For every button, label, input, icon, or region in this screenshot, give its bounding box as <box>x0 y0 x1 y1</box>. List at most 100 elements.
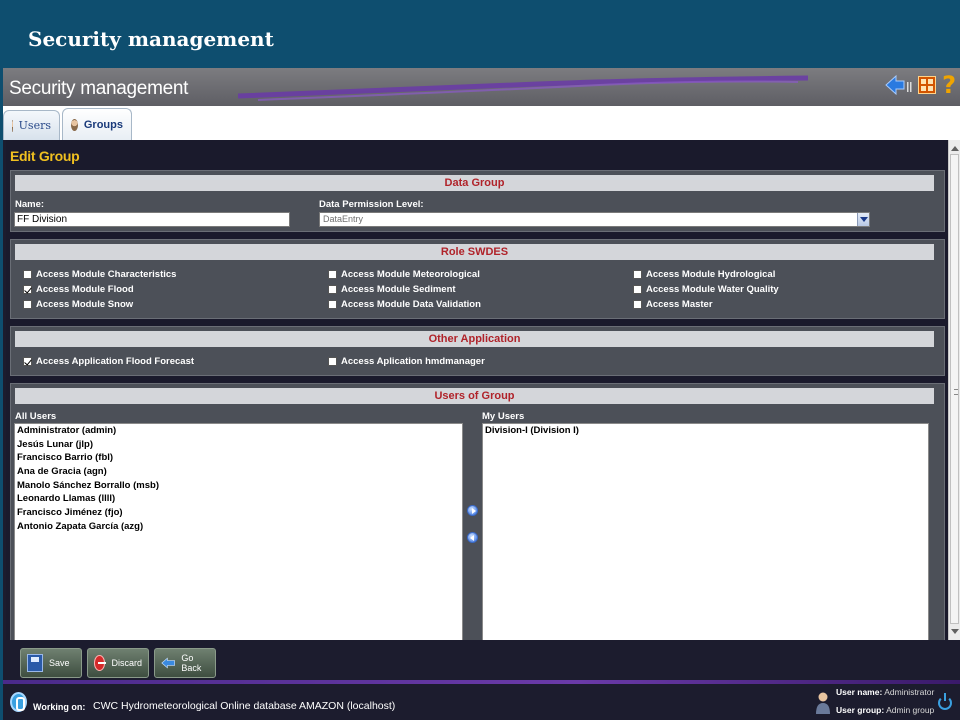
action-button-bar: Save Discard Go Back <box>3 640 960 680</box>
other-application-section: Other Application Access Application Flo… <box>10 326 945 376</box>
slide-header: Security management <box>0 0 960 68</box>
discard-button[interactable]: Discard <box>87 648 149 678</box>
user-group-label: User group: <box>836 705 885 715</box>
checkbox-access-module-snow[interactable]: Access Module Snow <box>23 299 133 310</box>
list-item[interactable]: Antonio Zapata García (azg) <box>15 520 462 534</box>
checkbox-box[interactable] <box>328 270 337 279</box>
checkbox-access-module-meteorological[interactable]: Access Module Meteorological <box>328 269 480 280</box>
save-button[interactable]: Save <box>20 648 82 678</box>
checkbox-label: Access Module Sediment <box>341 284 456 295</box>
checkbox-box[interactable] <box>633 270 642 279</box>
checkbox-label: Access Master <box>646 299 713 310</box>
permission-select[interactable]: DataEntry <box>319 212 870 227</box>
checkbox-box[interactable] <box>23 300 32 309</box>
list-item[interactable]: Division-I (Division I) <box>483 424 928 438</box>
title-swoosh-decoration <box>238 75 808 101</box>
user-name-line: User name: Administrator <box>836 687 934 697</box>
list-item[interactable]: Leonardo Llamas (llll) <box>15 492 462 506</box>
checkbox-access-module-data-validation[interactable]: Access Module Data Validation <box>328 299 481 310</box>
power-icon[interactable] <box>938 693 952 710</box>
app-title: Security management <box>9 78 189 99</box>
checkbox-label: Access Application Flood Forecast <box>36 356 195 367</box>
checkbox-box[interactable] <box>633 300 642 309</box>
checkbox-label: Access Module Snow <box>36 299 134 310</box>
save-icon <box>27 654 43 672</box>
working-on-value: CWC Hydrometeorological Online database … <box>93 700 396 712</box>
user-avatar-icon <box>816 692 830 714</box>
list-item[interactable]: Manolo Sánchez Borrallo (msb) <box>15 479 462 493</box>
checkbox-access-module-sediment[interactable]: Access Module Sediment <box>328 284 456 295</box>
all-users-list[interactable]: Administrator (admin) Jesús Lunar (jlp) … <box>14 423 463 645</box>
list-item[interactable]: Jesús Lunar (jlp) <box>15 438 462 452</box>
checkbox-access-application-hmdmanager[interactable]: Access Aplication hmdmanager <box>328 356 485 367</box>
app-logo-icon <box>10 692 27 712</box>
move-right-button[interactable] <box>467 505 478 516</box>
users-of-group-section: Users of Group All Users Administrator (… <box>10 383 945 645</box>
data-group-section: Data Group Name: Data Permission Level: … <box>10 170 945 232</box>
tab-users[interactable]: Users <box>3 110 60 140</box>
go-back-button[interactable]: Go Back <box>154 648 216 678</box>
checkbox-access-module-hydrological[interactable]: Access Module Hydrological <box>633 269 775 280</box>
discard-icon <box>94 655 107 671</box>
checkbox-label: Access Aplication hmdmanager <box>341 356 485 367</box>
data-group-header: Data Group <box>15 175 934 191</box>
scroll-down-icon[interactable] <box>951 629 959 634</box>
app-window: Security management ? Users Groups Edit … <box>3 68 960 720</box>
chevron-down-icon[interactable] <box>857 213 869 226</box>
help-icon[interactable]: ? <box>942 73 956 97</box>
list-item[interactable]: Francisco Barrio (fbl) <box>15 451 462 465</box>
scroll-thumb[interactable] <box>950 154 959 624</box>
tab-users-label: Users <box>18 119 51 132</box>
back-arrow-icon[interactable] <box>884 74 912 96</box>
checkbox-access-master[interactable]: Access Master <box>633 299 713 310</box>
move-left-button[interactable] <box>467 532 478 543</box>
my-users-label: My Users <box>482 411 525 422</box>
checkbox-box-checked[interactable] <box>23 285 32 294</box>
user-name-label: User name: <box>836 687 883 697</box>
checkbox-label: Access Module Water Quality <box>646 284 779 295</box>
user-group-line: User group: Admin group <box>836 705 934 715</box>
group-icon <box>71 118 78 131</box>
permission-select-value: DataEntry <box>323 214 364 224</box>
tab-bar: Users Groups <box>3 106 960 140</box>
discard-button-label: Discard <box>111 658 142 668</box>
checkbox-label: Access Module Meteorological <box>341 269 480 280</box>
working-on-label: Working on: <box>33 702 86 712</box>
users-of-group-header: Users of Group <box>15 388 934 404</box>
user-group-value: Admin group <box>886 705 935 715</box>
list-item[interactable]: Ana de Gracia (agn) <box>15 465 462 479</box>
checkbox-box[interactable] <box>328 285 337 294</box>
app-title-bar: Security management ? <box>3 68 960 106</box>
list-item[interactable]: Administrator (admin) <box>15 424 462 438</box>
checkbox-label: Access Module Data Validation <box>341 299 481 310</box>
checkbox-label: Access Module Flood <box>36 284 134 295</box>
go-back-icon <box>161 657 175 669</box>
checkbox-box[interactable] <box>23 270 32 279</box>
checkbox-box-checked[interactable] <box>23 357 32 366</box>
go-back-button-label: Go Back <box>181 653 202 673</box>
checkbox-access-module-water-quality[interactable]: Access Module Water Quality <box>633 284 779 295</box>
tab-groups[interactable]: Groups <box>62 108 132 140</box>
checkbox-label: Access Module Hydrological <box>646 269 776 280</box>
edit-group-panel: Edit Group Data Group Name: Data Permiss… <box>6 140 949 645</box>
checkbox-access-module-characteristics[interactable]: Access Module Characteristics <box>23 269 176 280</box>
checkbox-access-module-flood[interactable]: Access Module Flood <box>23 284 134 295</box>
role-swdes-section: Role SWDES Access Module Characteristics… <box>10 239 945 319</box>
save-button-label: Save <box>49 658 70 668</box>
my-users-list[interactable]: Division-I (Division I) <box>482 423 929 645</box>
role-swdes-header: Role SWDES <box>15 244 934 260</box>
checkbox-box[interactable] <box>328 357 337 366</box>
checkbox-box[interactable] <box>328 300 337 309</box>
slide-title: Security management <box>28 27 274 51</box>
grid-icon[interactable] <box>918 76 937 94</box>
status-bar: Working on: CWC Hydrometeorological Onli… <box>3 684 960 720</box>
checkbox-box[interactable] <box>633 285 642 294</box>
other-application-header: Other Application <box>15 331 934 347</box>
list-item[interactable]: Francisco Jiménez (fjo) <box>15 506 462 520</box>
checkbox-access-application-flood-forecast[interactable]: Access Application Flood Forecast <box>23 356 194 367</box>
vertical-scrollbar[interactable] <box>948 140 960 640</box>
tab-groups-label: Groups <box>83 118 123 131</box>
scroll-up-icon[interactable] <box>951 146 959 151</box>
permission-label: Data Permission Level: <box>319 199 424 210</box>
group-name-input[interactable] <box>14 212 290 227</box>
